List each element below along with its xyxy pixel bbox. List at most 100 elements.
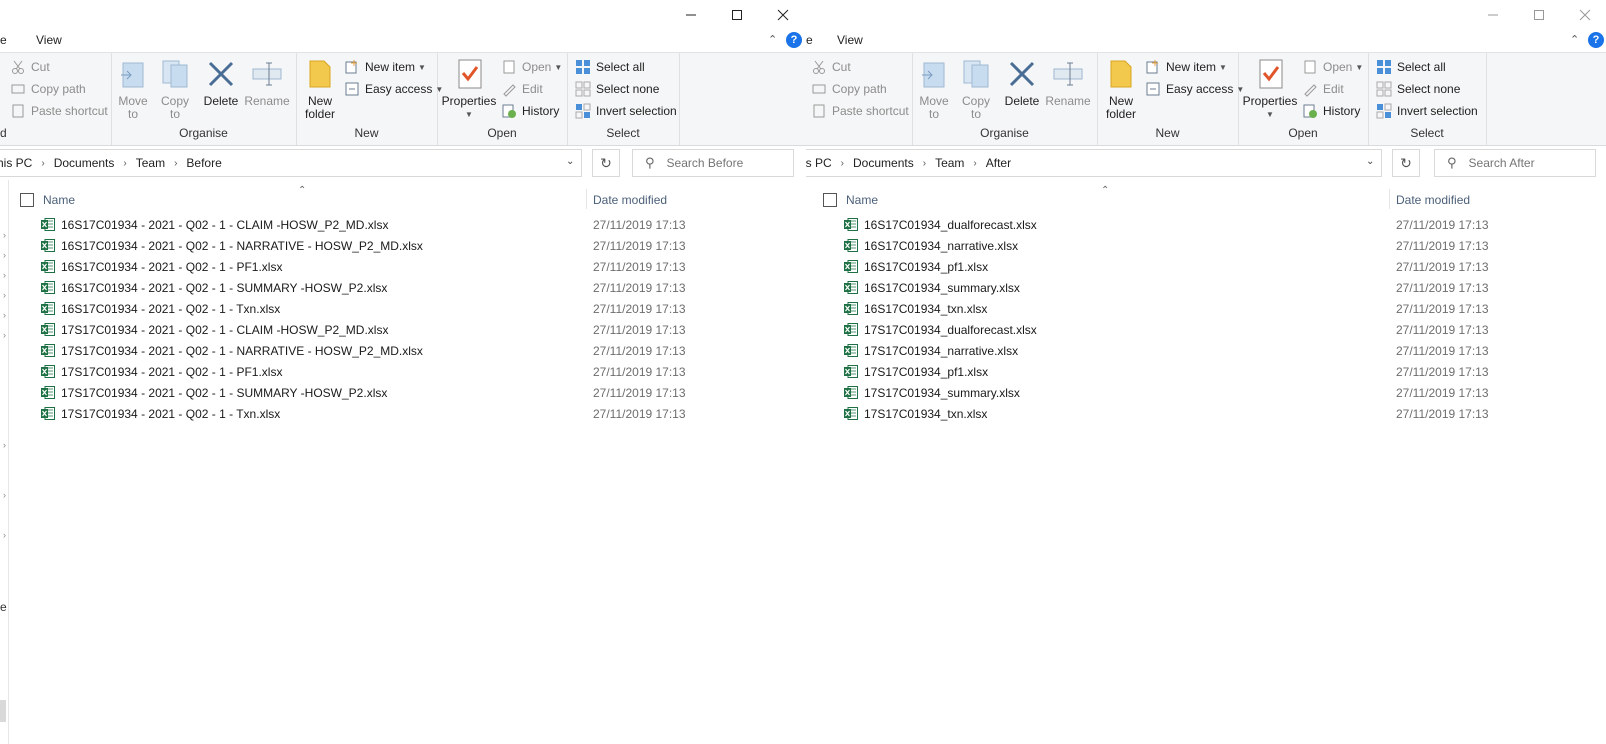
nav-scrollbar-thumb[interactable] [0, 700, 6, 722]
tab-view[interactable]: View [837, 33, 863, 47]
breadcrumb-this-pc[interactable]: is PC [806, 156, 832, 170]
edit-button[interactable]: Edit [1302, 79, 1344, 99]
breadcrumb-team[interactable]: Team [935, 156, 964, 170]
breadcrumb-after[interactable]: After [986, 156, 1011, 170]
paste-shortcut-button[interactable]: Paste shortcut [10, 101, 108, 121]
file-row[interactable]: 17S17C01934 - 2021 - Q02 - 1 - PF1.xlsx 2… [0, 362, 806, 383]
file-row[interactable]: 16S17C01934_narrative.xlsx 27/11/2019 17:… [806, 236, 1606, 257]
move-to-button[interactable]: Move to [918, 57, 950, 121]
help-icon[interactable]: ? [1588, 32, 1604, 48]
maximize-button[interactable] [1516, 0, 1562, 30]
properties-button[interactable]: Properties ▼ [441, 57, 497, 121]
file-row[interactable]: 16S17C01934_pf1.xlsx 27/11/2019 17:13 [806, 257, 1606, 278]
search-box[interactable]: ⚲ [1434, 149, 1596, 177]
breadcrumb-documents[interactable]: Documents [54, 156, 115, 170]
edit-button[interactable]: Edit [501, 79, 543, 99]
cut-button[interactable]: Cut [811, 57, 851, 77]
file-row[interactable]: 17S17C01934 - 2021 - Q02 - 1 - SUMMARY -… [0, 383, 806, 404]
nav-item-fragment[interactable]: e [0, 600, 7, 614]
easy-access-button[interactable]: Easy access ▼ [1145, 79, 1244, 99]
column-date-modified[interactable]: Date modified [593, 193, 667, 207]
file-row[interactable]: 16S17C01934_dualforecast.xlsx 27/11/2019 … [806, 215, 1606, 236]
rename-button[interactable]: Rename [244, 57, 290, 108]
column-divider[interactable] [1389, 189, 1390, 209]
new-item-button[interactable]: New item ▼ [1145, 57, 1227, 77]
help-icon[interactable]: ? [786, 32, 802, 48]
select-none-button[interactable]: Select none [1376, 79, 1460, 99]
easy-access-button[interactable]: Easy access ▼ [344, 79, 443, 99]
properties-button[interactable]: Properties ▼ [1242, 57, 1298, 121]
minimize-button[interactable] [1470, 0, 1516, 30]
minimize-button[interactable] [668, 0, 714, 30]
file-row[interactable]: 16S17C01934 - 2021 - Q02 - 1 - Txn.xlsx 2… [0, 299, 806, 320]
new-folder-button[interactable]: New folder [1101, 57, 1141, 121]
search-input[interactable] [1466, 155, 1591, 171]
file-row[interactable]: 16S17C01934 - 2021 - Q02 - 1 - CLAIM -HO… [0, 215, 806, 236]
collapse-ribbon-icon[interactable]: ⌃ [768, 33, 777, 46]
invert-selection-button[interactable]: Invert selection [1376, 101, 1478, 121]
copy-path-button[interactable]: Copy path [10, 79, 86, 99]
history-button[interactable]: History [1302, 101, 1360, 121]
close-button[interactable] [760, 0, 806, 30]
new-folder-button[interactable]: New folder [300, 57, 340, 121]
tab-share-partial[interactable]: e [806, 33, 813, 47]
file-row[interactable]: 17S17C01934_narrative.xlsx 27/11/2019 17:… [806, 341, 1606, 362]
select-all-checkbox[interactable] [20, 193, 34, 207]
search-input[interactable] [664, 155, 789, 171]
file-row[interactable]: 17S17C01934 - 2021 - Q02 - 1 - Txn.xlsx 2… [0, 404, 806, 425]
address-dropdown-icon[interactable]: ⌄ [566, 156, 574, 167]
column-name[interactable]: Name [43, 193, 75, 207]
nav-item-marker: › [3, 440, 6, 450]
file-row[interactable]: 17S17C01934_dualforecast.xlsx 27/11/2019 … [806, 320, 1606, 341]
address-dropdown-icon[interactable]: ⌄ [1366, 156, 1374, 167]
tab-view[interactable]: View [36, 33, 62, 47]
file-row[interactable]: 17S17C01934 - 2021 - Q02 - 1 - NARRATIVE… [0, 341, 806, 362]
file-row[interactable]: 17S17C01934_summary.xlsx 27/11/2019 17:13 [806, 383, 1606, 404]
file-row[interactable]: 17S17C01934_txn.xlsx 27/11/2019 17:13 [806, 404, 1606, 425]
move-to-button[interactable]: Move to [117, 57, 149, 121]
file-row[interactable]: 17S17C01934 - 2021 - Q02 - 1 - CLAIM -HO… [0, 320, 806, 341]
delete-button[interactable]: Delete [1004, 57, 1040, 108]
select-all-button[interactable]: Select all [1376, 57, 1446, 77]
open-button[interactable]: Open ▼ [501, 57, 562, 77]
refresh-icon[interactable]: ↻ [1392, 149, 1420, 177]
copy-to-button[interactable]: Copy to [159, 57, 191, 121]
address-bar[interactable]: his PC › Documents › Team › Before [0, 149, 582, 177]
rename-button[interactable]: Rename [1045, 57, 1091, 108]
copy-path-button[interactable]: Copy path [811, 79, 887, 99]
new-item-button[interactable]: New item ▼ [344, 57, 426, 77]
history-button[interactable]: History [501, 101, 559, 121]
select-all-button[interactable]: Select all [575, 57, 645, 77]
column-divider[interactable] [586, 189, 587, 209]
paste-shortcut-icon [811, 103, 827, 119]
close-button[interactable] [1562, 0, 1606, 30]
file-row[interactable]: 17S17C01934_pf1.xlsx 27/11/2019 17:13 [806, 362, 1606, 383]
invert-selection-button[interactable]: Invert selection [575, 101, 677, 121]
close-icon [1579, 9, 1591, 21]
paste-shortcut-button[interactable]: Paste shortcut [811, 101, 909, 121]
open-button[interactable]: Open ▼ [1302, 57, 1363, 77]
search-box[interactable]: ⚲ [632, 149, 794, 177]
file-row[interactable]: 16S17C01934_txn.xlsx 27/11/2019 17:13 [806, 299, 1606, 320]
maximize-button[interactable] [714, 0, 760, 30]
file-row[interactable]: 16S17C01934_summary.xlsx 27/11/2019 17:13 [806, 278, 1606, 299]
column-date-modified[interactable]: Date modified [1396, 193, 1470, 207]
cut-button[interactable]: Cut [10, 57, 50, 77]
breadcrumb-documents[interactable]: Documents [853, 156, 914, 170]
breadcrumb-this-pc[interactable]: his PC [0, 156, 32, 170]
breadcrumb-team[interactable]: Team [136, 156, 165, 170]
select-all-checkbox[interactable] [823, 193, 837, 207]
file-row[interactable]: 16S17C01934 - 2021 - Q02 - 1 - SUMMARY -… [0, 278, 806, 299]
copy-to-button[interactable]: Copy to [960, 57, 992, 121]
file-list: 16S17C01934 - 2021 - Q02 - 1 - CLAIM -HO… [0, 215, 806, 425]
select-none-button[interactable]: Select none [575, 79, 659, 99]
breadcrumb-before[interactable]: Before [186, 156, 221, 170]
column-name[interactable]: Name [846, 193, 878, 207]
delete-button[interactable]: Delete [203, 57, 239, 108]
tab-share-partial[interactable]: e [0, 33, 7, 47]
refresh-icon[interactable]: ↻ [592, 149, 620, 177]
file-row[interactable]: 16S17C01934 - 2021 - Q02 - 1 - NARRATIVE… [0, 236, 806, 257]
address-bar[interactable]: is PC › Documents › Team › After [806, 149, 1382, 177]
file-row[interactable]: 16S17C01934 - 2021 - Q02 - 1 - PF1.xlsx 2… [0, 257, 806, 278]
collapse-ribbon-icon[interactable]: ⌃ [1570, 33, 1579, 46]
